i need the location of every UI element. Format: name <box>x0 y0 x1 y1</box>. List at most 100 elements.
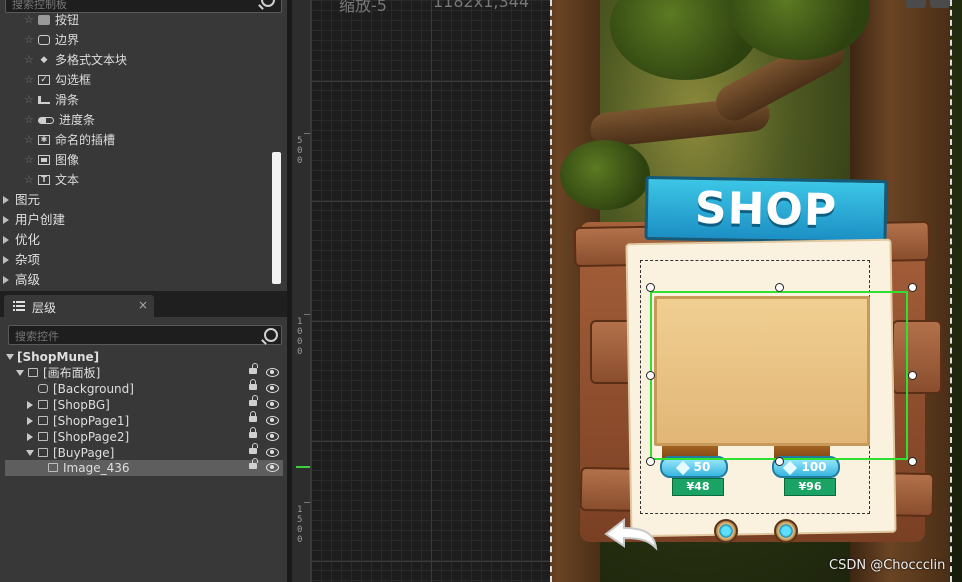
close-icon[interactable]: × <box>138 298 148 312</box>
palette-item-image[interactable]: ☆ 图像 <box>24 150 79 170</box>
hierarchy-search-input[interactable]: 搜索控件 <box>8 325 282 345</box>
resize-handle[interactable] <box>775 457 784 466</box>
category-label: 用户创建 <box>15 212 66 227</box>
palette-scrollbar[interactable] <box>272 152 281 284</box>
lock-icon[interactable] <box>249 379 257 390</box>
palette-category-misc[interactable]: 杂项 <box>3 250 40 270</box>
resize-handle[interactable] <box>908 457 917 466</box>
unlock-icon[interactable] <box>249 458 258 469</box>
hierarchy-panel: 搜索控件 [ShopMune] [画布面板] [Background] [Sho… <box>0 317 287 582</box>
border-widget-icon <box>38 384 48 393</box>
eye-icon[interactable] <box>266 368 279 377</box>
eye-icon[interactable] <box>266 448 279 457</box>
eye-icon[interactable] <box>266 463 279 472</box>
star-icon[interactable]: ☆ <box>24 130 38 150</box>
diamond-icon <box>675 460 690 475</box>
info-button[interactable] <box>906 0 926 8</box>
star-icon[interactable]: ☆ <box>24 150 38 170</box>
resize-handle[interactable] <box>775 283 784 292</box>
palette-item-button[interactable]: ☆ 按钮 <box>24 10 79 30</box>
lock-icon[interactable] <box>249 411 257 422</box>
checkbox-icon: ✓ <box>38 75 50 85</box>
price-tag-96[interactable]: ¥96 <box>784 478 836 496</box>
resize-handle[interactable] <box>908 371 917 380</box>
tree-row-shoppage2[interactable]: [ShopPage2] <box>0 427 287 445</box>
palette-item-progress-bar[interactable]: ☆ 进度条 <box>24 110 95 130</box>
tree-row-shopbg[interactable]: [ShopBG] <box>0 395 287 413</box>
star-icon[interactable]: ☆ <box>24 110 38 130</box>
collapse-arrow-icon[interactable] <box>6 354 14 360</box>
settings-button[interactable] <box>930 0 950 8</box>
palette-item-rich-text[interactable]: ☆ ◆ 多格式文本块 <box>24 50 127 70</box>
eye-icon[interactable] <box>266 416 279 425</box>
tree-row-image-436[interactable]: Image_436 <box>5 458 283 476</box>
shop-sign: SHOP <box>644 175 888 245</box>
canvas-bound-right <box>950 0 952 582</box>
resize-handle[interactable] <box>646 283 655 292</box>
palette-category-primitive[interactable]: 图元 <box>3 190 40 210</box>
palette-category-user-created[interactable]: 用户创建 <box>3 210 65 230</box>
palette-item-checkbox[interactable]: ☆ ✓ 勾选框 <box>24 70 91 90</box>
expand-arrow-icon[interactable] <box>27 433 33 441</box>
expand-arrow-icon <box>3 236 9 244</box>
star-icon[interactable]: ☆ <box>24 10 38 30</box>
selection-box[interactable] <box>650 291 908 460</box>
tree-row-shoppage1[interactable]: [ShopPage1] <box>0 411 287 429</box>
tree-row-label: [Background] <box>53 382 134 396</box>
unlock-icon[interactable] <box>249 443 258 454</box>
lock-icon[interactable] <box>249 427 257 438</box>
diamond-icon <box>783 460 798 475</box>
star-icon[interactable]: ☆ <box>24 50 38 70</box>
star-icon[interactable]: ☆ <box>24 70 38 90</box>
eye-icon[interactable] <box>266 432 279 441</box>
named-slot-icon: ✱ <box>38 135 50 145</box>
expand-arrow-icon[interactable] <box>27 417 33 425</box>
tree-row-shopmune[interactable]: [ShopMune] <box>0 349 287 365</box>
page-indicator-dot[interactable] <box>774 519 798 543</box>
category-label: 优化 <box>15 232 41 247</box>
expand-arrow-icon[interactable] <box>27 401 33 409</box>
eye-icon[interactable] <box>266 400 279 409</box>
star-icon[interactable]: ☆ <box>24 170 38 190</box>
search-icon[interactable] <box>264 328 278 342</box>
expand-arrow-icon <box>3 276 9 284</box>
palette-item-label: 文本 <box>55 173 80 187</box>
ruler-label: 5 0 0 <box>297 136 303 166</box>
expand-arrow-icon <box>3 196 9 204</box>
tree-row-label: [ShopMune] <box>17 350 100 364</box>
palette-item-slider[interactable]: ☆ 滑条 <box>24 90 79 110</box>
unlock-icon[interactable] <box>249 363 258 374</box>
hierarchy-tab-bar: 层级 × <box>0 291 287 317</box>
expand-arrow-icon <box>3 216 9 224</box>
collapse-arrow-icon[interactable] <box>16 370 24 376</box>
search-icon[interactable] <box>261 0 275 7</box>
slider-icon <box>38 96 50 104</box>
collapse-arrow-icon[interactable] <box>26 450 34 456</box>
palette-category-optimization[interactable]: 优化 <box>3 230 40 250</box>
palette-category-advanced[interactable]: 高级 <box>3 270 40 290</box>
page-indicator-dot[interactable] <box>714 519 738 543</box>
unlock-icon[interactable] <box>249 395 258 406</box>
gem-amount-label: 100 <box>801 460 827 474</box>
resize-handle[interactable] <box>646 371 655 380</box>
star-icon[interactable]: ☆ <box>24 30 38 50</box>
palette-item-border[interactable]: ☆ 边界 <box>24 30 79 50</box>
tree-row-canvas-panel[interactable]: [画布面板] <box>0 363 287 381</box>
tree-row-buypage[interactable]: [BuyPage] <box>0 443 287 461</box>
foliage <box>560 140 650 210</box>
resize-handle[interactable] <box>646 457 655 466</box>
eye-icon[interactable] <box>266 384 279 393</box>
designer-canvas[interactable]: 5 0 0 1 0 0 0 1 5 0 0 缩放-5 1182x1,344 SH… <box>292 0 962 582</box>
canvas-widget-icon <box>28 368 38 377</box>
text-icon: T <box>38 175 50 185</box>
tree-row-background[interactable]: [Background] <box>0 379 287 397</box>
list-icon <box>13 301 25 311</box>
palette-item-text[interactable]: ☆ T 文本 <box>24 170 79 190</box>
tab-hierarchy[interactable]: 层级 × <box>4 295 154 317</box>
resize-handle[interactable] <box>908 283 917 292</box>
star-icon[interactable]: ☆ <box>24 90 38 110</box>
back-arrow-icon[interactable] <box>602 516 660 552</box>
palette-item-label: 命名的插槽 <box>55 133 116 147</box>
palette-item-named-slot[interactable]: ☆ ✱ 命名的插槽 <box>24 130 115 150</box>
price-tag-48[interactable]: ¥48 <box>672 478 724 496</box>
